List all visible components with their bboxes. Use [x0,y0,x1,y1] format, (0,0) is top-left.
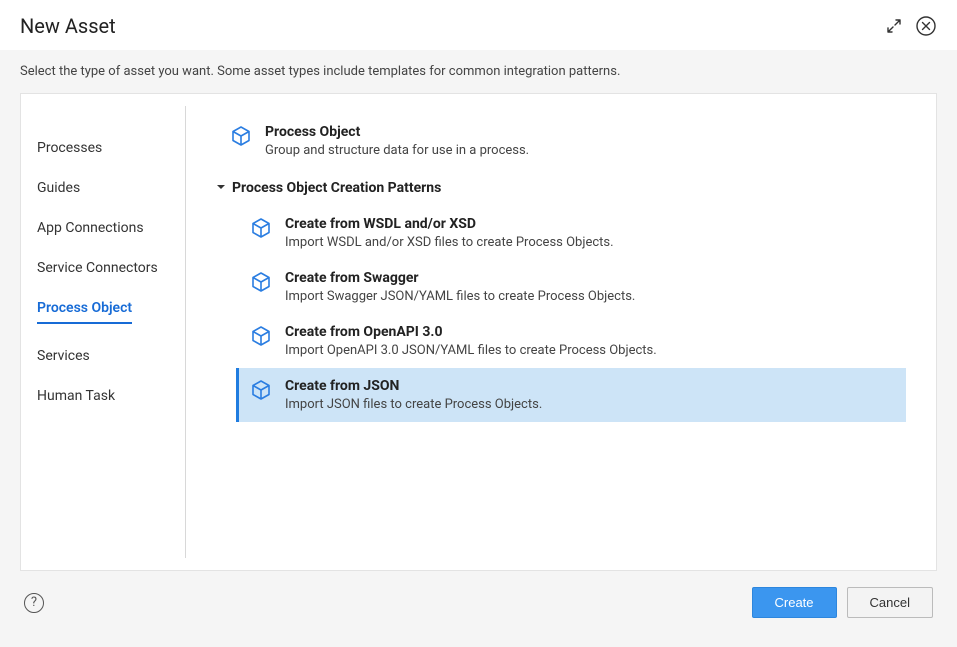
sidebar-item-service-connectors[interactable]: Service Connectors [21,248,185,288]
cube-icon [249,216,273,240]
dialog-header: New Asset [0,0,957,50]
sidebar-item-processes[interactable]: Processes [21,128,185,168]
asset-title: Process Object [265,124,529,140]
asset-desc: Group and structure data for use in a pr… [265,143,529,158]
asset-title: Create from Swagger [285,270,635,286]
asset-title: Create from JSON [285,378,542,394]
asset-desc: Import WSDL and/or XSD files to create P… [285,235,614,250]
dialog-footer: ? Create Cancel [0,571,957,618]
header-controls [885,15,937,37]
asset-desc: Import OpenAPI 3.0 JSON/YAML files to cr… [285,343,657,358]
asset-create-from-json[interactable]: Create from JSON Import JSON files to cr… [236,368,906,422]
sidebar-item-process-object[interactable]: Process Object [21,288,185,336]
asset-process-object[interactable]: Process Object Group and structure data … [216,114,906,168]
asset-create-from-wsdl-xsd[interactable]: Create from WSDL and/or XSD Import WSDL … [236,206,906,260]
patterns-list: Create from WSDL and/or XSD Import WSDL … [216,206,906,422]
main-panel: Processes Guides App Connections Service… [20,93,937,571]
sidebar-item-app-connections[interactable]: App Connections [21,208,185,248]
asset-create-from-swagger[interactable]: Create from Swagger Import Swagger JSON/… [236,260,906,314]
expand-icon[interactable] [885,17,903,35]
cube-icon [249,270,273,294]
sidebar-item-label: Services [37,348,90,364]
section-label: Process Object Creation Patterns [232,180,441,196]
sidebar-item-services[interactable]: Services [21,336,185,376]
cancel-button[interactable]: Cancel [847,587,933,618]
asset-desc: Import Swagger JSON/YAML files to create… [285,289,635,304]
asset-title: Create from OpenAPI 3.0 [285,324,657,340]
cube-icon [229,124,253,148]
dialog-subtitle: Select the type of asset you want. Some … [0,50,957,93]
sidebar-item-guides[interactable]: Guides [21,168,185,208]
content-area: Process Object Group and structure data … [186,94,936,570]
sidebar-item-label: Service Connectors [37,260,158,276]
dialog-title: New Asset [20,14,116,38]
sidebar-item-human-task[interactable]: Human Task [21,376,185,416]
asset-create-from-openapi[interactable]: Create from OpenAPI 3.0 Import OpenAPI 3… [236,314,906,368]
sidebar-item-label: Processes [37,140,102,156]
sidebar-item-label: Human Task [37,388,115,404]
caret-down-icon [216,180,226,196]
sidebar: Processes Guides App Connections Service… [21,106,186,558]
help-icon[interactable]: ? [24,593,44,613]
sidebar-item-label: App Connections [37,220,144,236]
create-button[interactable]: Create [752,587,837,618]
cube-icon [249,378,273,402]
sidebar-item-label: Process Object [37,300,132,316]
asset-desc: Import JSON files to create Process Obje… [285,397,542,412]
close-icon[interactable] [915,15,937,37]
cube-icon [249,324,273,348]
asset-title: Create from WSDL and/or XSD [285,216,614,232]
section-process-object-creation-patterns[interactable]: Process Object Creation Patterns [216,168,906,206]
sidebar-item-label: Guides [37,180,80,196]
